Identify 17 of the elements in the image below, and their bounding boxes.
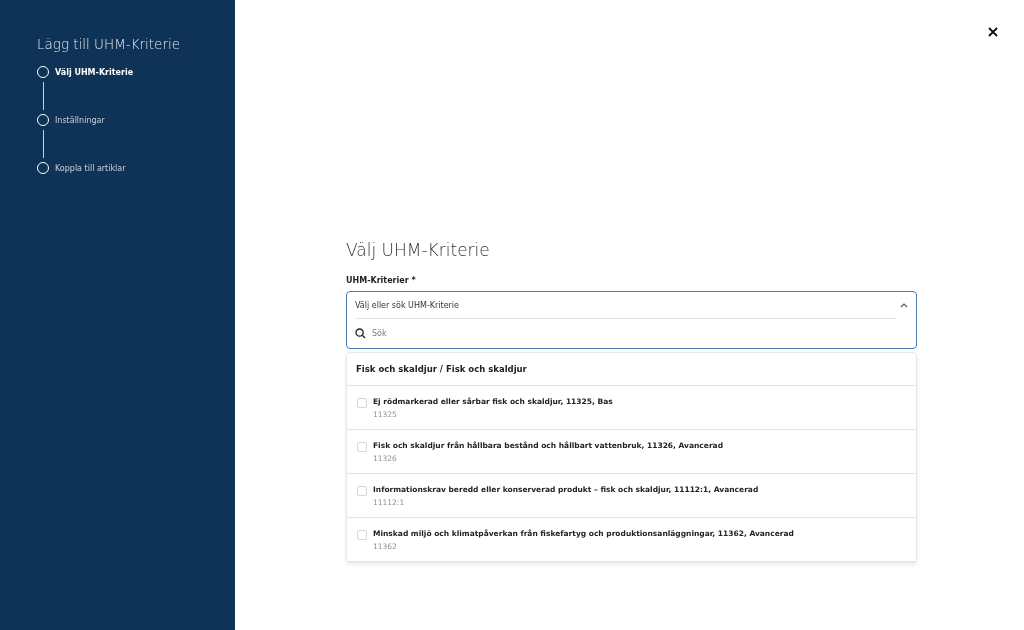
criteria-select[interactable]: Välj eller sök UHM-Kriterie Sök bbox=[346, 291, 917, 349]
step-item[interactable]: Inställningar bbox=[37, 114, 235, 126]
group-heading: Fisk och skaldjur / Fisk och skaldjur bbox=[347, 353, 916, 386]
close-button[interactable] bbox=[987, 26, 999, 38]
checkbox[interactable] bbox=[357, 486, 367, 496]
sidebar-title: Lägg till UHM-Kriterie bbox=[37, 36, 182, 52]
page-title: Välj UHM-Kriterie bbox=[346, 240, 491, 260]
checkbox[interactable] bbox=[357, 530, 367, 540]
chevron-up-icon bbox=[900, 302, 908, 308]
close-icon bbox=[987, 26, 999, 38]
search-icon bbox=[355, 328, 366, 339]
select-placeholder: Välj eller sök UHM-Kriterie bbox=[355, 300, 459, 310]
checkbox[interactable] bbox=[357, 398, 367, 408]
step-item[interactable]: Välj UHM-Kriterie bbox=[37, 66, 235, 78]
field-label: UHM-Kriterier * bbox=[346, 276, 417, 285]
step-item[interactable]: Koppla till artiklar bbox=[37, 162, 235, 174]
checkbox[interactable] bbox=[357, 442, 367, 452]
